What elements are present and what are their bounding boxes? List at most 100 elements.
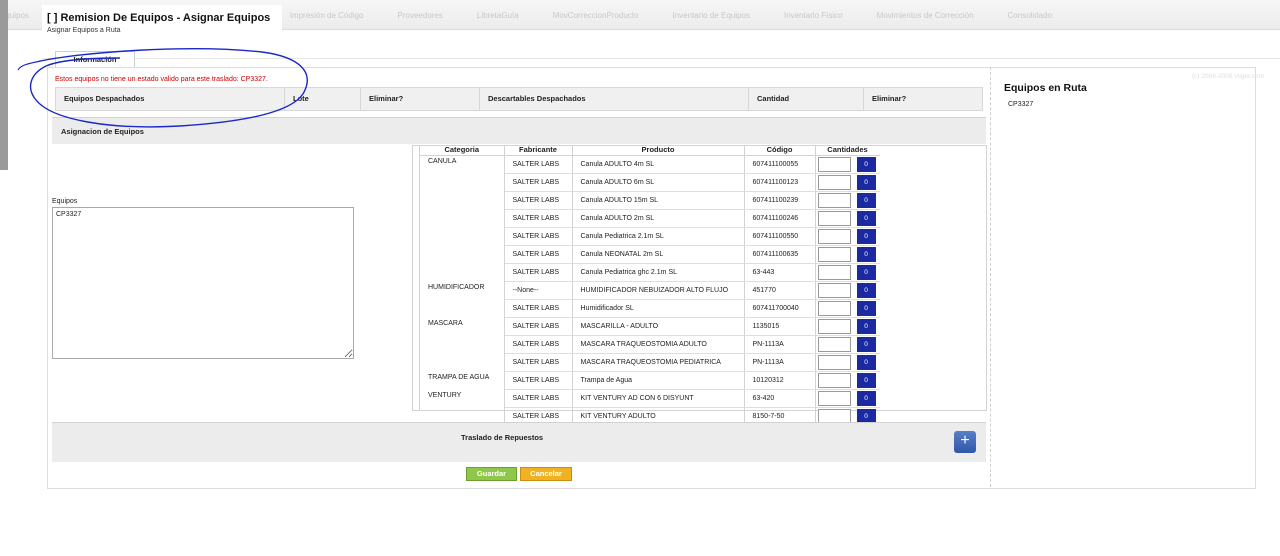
tab-informacion[interactable]: Información — [55, 51, 135, 67]
quantity-input[interactable] — [817, 354, 851, 370]
save-button[interactable]: Guardar — [466, 467, 517, 481]
fabricante-cell: SALTER LABS — [504, 209, 573, 228]
asignacion-section-header: Asignacion de Equipos — [52, 117, 986, 144]
quantity-count-button[interactable]: 0 — [856, 354, 876, 370]
quantity-count-button[interactable]: 0 — [856, 156, 876, 172]
quantity-cell: 0 — [815, 245, 880, 264]
quantity-count-button[interactable]: 0 — [856, 282, 876, 298]
codigo-cell: 63-443 — [744, 263, 816, 282]
quantity-input[interactable] — [817, 372, 851, 388]
fabricante-cell: SALTER LABS — [504, 245, 573, 264]
quantity-count-button[interactable]: 0 — [856, 372, 876, 388]
quantity-input[interactable] — [817, 210, 851, 226]
quantity-input[interactable] — [817, 192, 851, 208]
add-repuesto-button[interactable]: + — [954, 431, 976, 453]
quantity-cell: 0 — [815, 389, 880, 408]
quantity-cell: 0 — [815, 335, 880, 354]
quantity-count-button[interactable]: 0 — [856, 336, 876, 352]
quantity-cell: 0 — [815, 155, 880, 174]
fabricante-cell: SALTER LABS — [504, 227, 573, 246]
producto-cell: Canula Pediatrica ghc 2.1m SL — [572, 263, 745, 282]
top-menu-item[interactable]: Proveedores — [398, 11, 443, 20]
category-cell — [420, 191, 505, 210]
quantity-count-button[interactable]: 0 — [856, 174, 876, 190]
producto-cell: Canula Pediatrica 2.1m SL — [572, 227, 745, 246]
codigo-cell: 10120312 — [744, 371, 816, 390]
left-edge-strip — [0, 0, 8, 170]
codigo-cell: 607411100123 — [744, 173, 816, 192]
product-row: SALTER LABS MASCARA TRAQUEOSTOMIA ADULTO P… — [420, 335, 880, 354]
producto-cell: Canula NEONATAL 2m SL — [572, 245, 745, 264]
eliminar-header-1: Eliminar? — [361, 88, 480, 110]
quantity-count-button[interactable]: 0 — [856, 192, 876, 208]
cancel-button[interactable]: Cancelar — [520, 467, 572, 481]
quantity-count-button[interactable]: 0 — [856, 246, 876, 262]
category-cell — [420, 353, 505, 372]
quantity-input[interactable] — [817, 156, 851, 172]
quantity-count-button[interactable]: 0 — [856, 318, 876, 334]
quantity-count-button[interactable]: 0 — [856, 228, 876, 244]
codigo-cell: PN-1113A — [744, 353, 816, 372]
quantity-cell: 0 — [815, 209, 880, 228]
top-menu-item[interactable]: MovCorreccionProducto — [553, 11, 639, 20]
descartables-despachados-header: Descartables Despachados — [480, 88, 749, 110]
quantity-input[interactable] — [817, 246, 851, 262]
quantity-cell: 0 — [815, 299, 880, 318]
quantity-input[interactable] — [817, 300, 851, 316]
quantity-cell: 0 — [815, 227, 880, 246]
products-table-header-row: Categoria Fabricante Producto Código Can… — [420, 145, 880, 156]
product-row: CANULA SALTER LABS Canula ADULTO 4m SL 6074… — [420, 155, 880, 174]
product-row: HUMIDIFICADOR --None-- HUMIDIFICADOR NEBUI… — [420, 281, 880, 300]
product-row: VENTURY SALTER LABS KIT VENTURY AD CON 6 D… — [420, 389, 880, 408]
top-menu-item[interactable]: Impresión de Código — [290, 11, 364, 20]
products-table: Categoria Fabricante Producto Código Can… — [420, 145, 880, 426]
quantity-input[interactable] — [817, 336, 851, 352]
codigo-cell: 607411700040 — [744, 299, 816, 318]
quantity-count-button[interactable]: 0 — [856, 300, 876, 316]
producto-cell: Canula ADULTO 15m SL — [572, 191, 745, 210]
quantity-count-button[interactable]: 0 — [856, 390, 876, 406]
producto-cell: Canula ADULTO 4m SL — [572, 155, 745, 174]
codigo-cell: 607411100239 — [744, 191, 816, 210]
producto-cell: Canula ADULTO 2m SL — [572, 209, 745, 228]
category-cell — [420, 173, 505, 192]
equipos-label: Equipos — [52, 198, 78, 205]
top-menu-item[interactable]: LibretaGuía — [477, 11, 519, 20]
product-row: SALTER LABS Canula NEONATAL 2m SL 60741110… — [420, 245, 880, 264]
panel-divider — [990, 67, 991, 487]
top-menu-item[interactable]: Movimientos de Corrección — [877, 11, 974, 20]
category-cell — [420, 209, 505, 228]
fabricante-cell: SALTER LABS — [504, 263, 573, 282]
fabricante-cell: SALTER LABS — [504, 335, 573, 354]
quantity-input[interactable] — [817, 228, 851, 244]
quantity-count-button[interactable]: 0 — [856, 210, 876, 226]
quantity-input[interactable] — [817, 264, 851, 280]
codigo-cell: 607411100246 — [744, 209, 816, 228]
repuestos-section: Traslado de Repuestos — [52, 422, 986, 462]
dispatched-header: Equipos Despachados Lote Eliminar? Desca… — [55, 87, 983, 111]
quantity-input[interactable] — [817, 174, 851, 190]
category-cell — [420, 245, 505, 264]
quantity-cell: 0 — [815, 371, 880, 390]
quantity-count-button[interactable]: 0 — [856, 264, 876, 280]
fabricante-cell: SALTER LABS — [504, 353, 573, 372]
quantity-input[interactable] — [817, 282, 851, 298]
quantity-input[interactable] — [817, 390, 851, 406]
producto-cell: Trampa de Agua — [572, 371, 745, 390]
product-row: SALTER LABS Canula Pediatrica ghc 2.1m SL… — [420, 263, 880, 282]
product-row: MASCARA SALTER LABS MASCARILLA - ADULTO 113… — [420, 317, 880, 336]
top-menu-item[interactable]: Inventario de Equipos — [673, 11, 750, 20]
equipos-textarea[interactable]: CP3327 — [52, 207, 354, 359]
quantity-input[interactable] — [817, 318, 851, 334]
producto-cell: MASCARILLA - ADULTO — [572, 317, 745, 336]
top-menu-item[interactable]: Consolidado — [1008, 11, 1052, 20]
equipos-en-ruta-item: CP3327 — [1008, 101, 1034, 108]
header-cantidades: Cantidades — [815, 145, 880, 156]
producto-cell: MASCARA TRAQUEOSTOMIA PEDIATRICA — [572, 353, 745, 372]
top-menu-item[interactable]: Inventario Físico — [784, 11, 843, 20]
product-row: SALTER LABS Canula ADULTO 15m SL 607411100… — [420, 191, 880, 210]
page-subtitle: Asignar Equipos a Ruta — [47, 27, 121, 34]
producto-cell: KIT VENTURY AD CON 6 DISYUNT — [572, 389, 745, 408]
codigo-cell: 607411100055 — [744, 155, 816, 174]
fabricante-cell: --None-- — [504, 281, 573, 300]
